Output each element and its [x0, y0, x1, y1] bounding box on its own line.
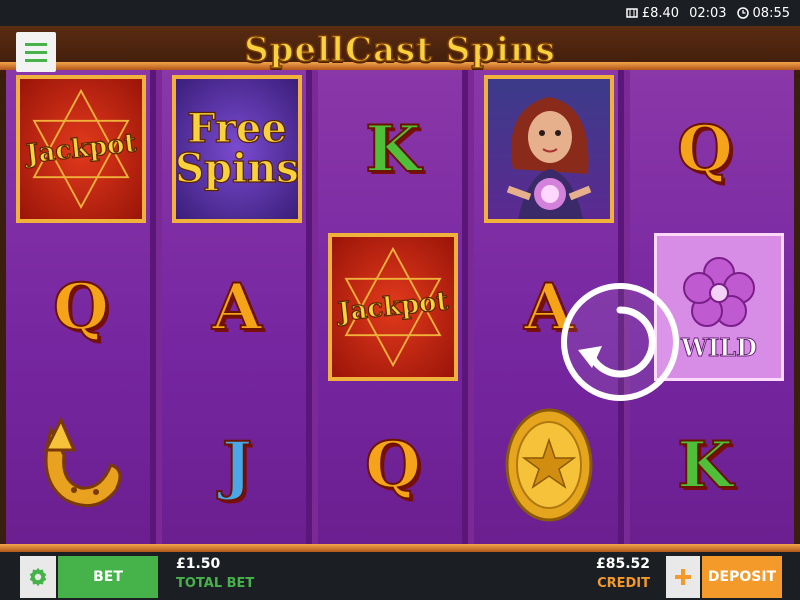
total-bet-label: TOTAL BET: [176, 576, 255, 591]
symbol-letter: Q: [630, 70, 780, 228]
plus-icon: [675, 569, 691, 585]
credit-value: £85.52: [595, 556, 650, 572]
settings-button[interactable]: [20, 556, 56, 598]
hamburger-line: [25, 58, 47, 62]
symbol-letter: K: [318, 70, 468, 228]
symbol-jackpot: Jackpot: [318, 228, 468, 386]
credit-label: CREDIT: [597, 576, 650, 591]
symbol-jackpot: Jackpot: [6, 70, 156, 228]
hamburger-menu-icon: [25, 42, 47, 46]
letter-q: Q: [676, 111, 734, 188]
gear-icon: [29, 567, 47, 587]
menu-button[interactable]: [16, 32, 56, 72]
letter-j: J: [221, 427, 253, 504]
wild-label: WILD: [681, 332, 758, 362]
symbol-letter: Q: [6, 228, 156, 386]
horseshoe-icon: [43, 416, 122, 508]
symbol-free-spins: Free Spins: [162, 70, 312, 228]
session-time: 02:03: [689, 6, 726, 21]
reel-frame-bottom: [0, 544, 800, 552]
clock-icon: [736, 7, 749, 19]
witch-icon: [506, 97, 592, 219]
reel-3: K Jackpot Q: [318, 70, 468, 544]
flower-icon: [683, 256, 755, 327]
elapsed-value: 02:03: [689, 5, 727, 21]
symbol-letter: J: [162, 386, 312, 544]
free-spins-label-2: Spins: [175, 145, 300, 192]
letter-k: K: [676, 427, 734, 504]
letter-q: Q: [364, 427, 422, 504]
symbol-gold-coin: [474, 386, 624, 544]
symbol-letter: A: [162, 228, 312, 386]
letter-a: A: [211, 269, 263, 346]
letter-k: K: [364, 111, 422, 188]
clock-display: 08:55: [736, 5, 790, 21]
gold-coin-icon: [505, 408, 593, 522]
symbol-letter: K: [630, 386, 780, 544]
symbol-horseshoe: [6, 386, 156, 544]
game-title: SpellCast Spins: [243, 29, 556, 71]
balance-display: £8.40: [626, 6, 679, 21]
total-bet-value: £1.50: [176, 556, 221, 572]
slot-icon: [626, 8, 638, 18]
add-funds-button[interactable]: [666, 556, 700, 598]
clock-value: 08:55: [752, 5, 790, 21]
symbol-letter: Q: [318, 386, 468, 544]
free-spins-label-1: Free: [187, 105, 288, 152]
bet-button[interactable]: BET: [58, 556, 158, 598]
reel-1: Jackpot Q: [6, 70, 156, 544]
reel-2: Free Spins A J: [162, 70, 312, 544]
symbol-witch: [474, 70, 624, 228]
balance-value: £8.40: [641, 5, 680, 21]
status-bar: £8.40 02:03 08:55: [0, 0, 800, 26]
hamburger-line: [25, 50, 47, 54]
spin-button[interactable]: [560, 282, 680, 402]
letter-q: Q: [52, 269, 110, 346]
deposit-button[interactable]: DEPOSIT: [702, 556, 782, 598]
